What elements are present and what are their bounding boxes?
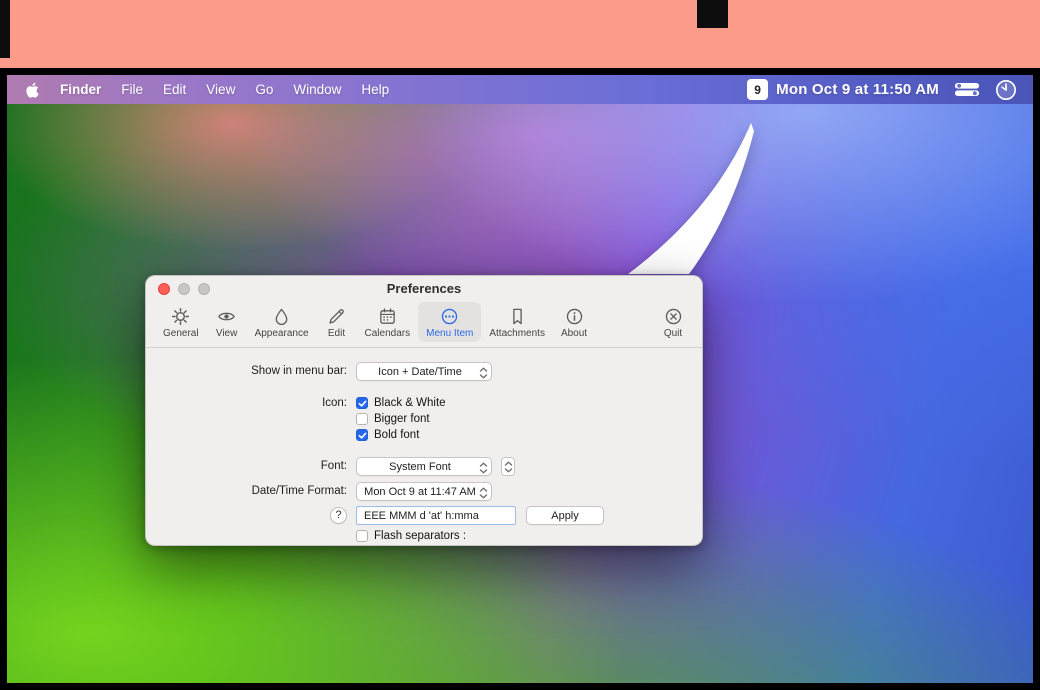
toolbar-calendars[interactable]: Calendars: [357, 302, 419, 342]
show-in-menu-bar-label: Show in menu bar:: [152, 363, 356, 380]
apple-menu[interactable]: [21, 81, 50, 98]
clock-icon[interactable]: [995, 79, 1017, 101]
show-in-menu-bar-popup[interactable]: Icon + Date/Time: [356, 362, 492, 381]
toolbar-general[interactable]: General: [155, 302, 207, 342]
toolbar-menu-item[interactable]: Menu Item: [418, 302, 481, 342]
menubar-datetime-item[interactable]: 9 Mon Oct 9 at 11:50 AM: [747, 79, 939, 100]
menu-window[interactable]: Window: [283, 82, 351, 97]
menubar-datetime-text: Mon Oct 9 at 11:50 AM: [776, 81, 939, 98]
black-and-white-checkbox[interactable]: [356, 397, 368, 409]
droplet-icon: [272, 306, 291, 326]
font-popup[interactable]: System Font: [356, 457, 492, 476]
window-title: Preferences: [146, 276, 702, 302]
calendar-icon: [378, 306, 397, 326]
background-window-edge-right: [697, 0, 728, 28]
titlebar[interactable]: Preferences: [146, 276, 702, 300]
toolbar-quit[interactable]: Quit: [653, 302, 693, 342]
font-label: Font:: [152, 458, 356, 475]
datetime-format-popup[interactable]: Mon Oct 9 at 11:47 AM: [356, 482, 492, 501]
menu-go[interactable]: Go: [245, 82, 283, 97]
font-size-stepper[interactable]: [501, 457, 515, 476]
bigger-font-label[interactable]: Bigger font: [374, 413, 430, 425]
ellipsis-circle-icon: [440, 306, 459, 326]
popup-stepper-icon: [479, 486, 488, 500]
control-center-icon[interactable]: [954, 82, 980, 97]
toolbar-attachments[interactable]: Attachments: [481, 302, 553, 342]
black-and-white-label[interactable]: Black & White: [374, 397, 446, 409]
toolbar-about[interactable]: About: [553, 302, 595, 342]
background-window-edge-left: [0, 0, 10, 58]
zoom-button[interactable]: [198, 283, 210, 295]
minimize-button[interactable]: [178, 283, 190, 295]
bold-font-checkbox[interactable]: [356, 429, 368, 441]
menu-finder[interactable]: Finder: [50, 82, 111, 97]
preferences-form: Show in menu bar: Icon + Date/Time Icon:: [146, 348, 702, 542]
popup-stepper-icon: [479, 366, 488, 380]
toolbar-edit[interactable]: Edit: [317, 302, 357, 342]
wallpaper: Finder File Edit View Go Window Help 9 M…: [7, 75, 1033, 683]
screenshot-frame: Finder File Edit View Go Window Help 9 M…: [0, 0, 1040, 690]
toolbar-appearance[interactable]: Appearance: [247, 302, 317, 342]
toolbar: General View: [146, 300, 702, 348]
close-button[interactable]: [158, 283, 170, 295]
flash-separators-checkbox[interactable]: [356, 530, 368, 542]
help-button[interactable]: ?: [330, 507, 347, 524]
popup-stepper-icon: [479, 461, 488, 475]
apple-logo-icon: [25, 81, 40, 98]
eye-icon: [217, 306, 236, 326]
apply-button[interactable]: Apply: [526, 506, 604, 525]
gear-icon: [171, 306, 190, 326]
info-circle-icon: [565, 306, 584, 326]
flash-separators-label[interactable]: Flash separators :: [374, 530, 466, 542]
preferences-window: Preferences: [145, 275, 703, 546]
bold-font-label[interactable]: Bold font: [374, 429, 419, 441]
pencil-icon: [327, 306, 346, 326]
menu-view[interactable]: View: [196, 82, 245, 97]
menu-edit[interactable]: Edit: [153, 82, 196, 97]
datetime-format-label: Date/Time Format:: [152, 483, 356, 500]
icon-label: Icon:: [152, 395, 356, 412]
menu-file[interactable]: File: [111, 82, 153, 97]
calendar-day-icon: 9: [747, 79, 768, 100]
bigger-font-checkbox[interactable]: [356, 413, 368, 425]
bookmark-icon: [508, 306, 527, 326]
quit-circle-icon: [664, 306, 683, 326]
format-input[interactable]: [356, 506, 516, 525]
desktop: Finder File Edit View Go Window Help 9 M…: [0, 68, 1040, 690]
menu-bar: Finder File Edit View Go Window Help 9 M…: [7, 75, 1033, 104]
menu-help[interactable]: Help: [351, 82, 399, 97]
calendar-day-number: 9: [754, 83, 761, 97]
toolbar-view[interactable]: View: [207, 302, 247, 342]
